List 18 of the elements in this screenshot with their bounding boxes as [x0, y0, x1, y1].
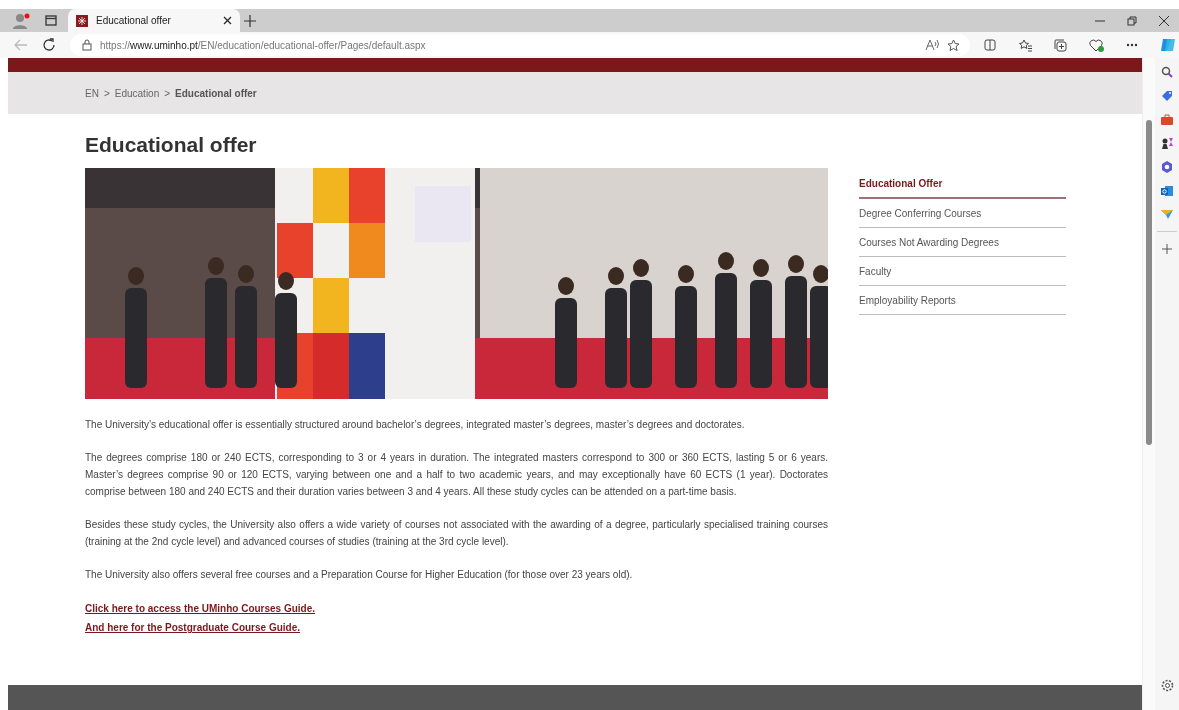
body-paragraph: The University’s educational offer is essentially structured around bachelor’s degrees, integrated master’s degrees, master’s degrees and doctorates. — [85, 418, 746, 432]
breadcrumb-link[interactable]: Education — [114, 87, 160, 99]
body-paragraph: Besides these study cycles, the University also offers a wide variety of courses not associated with the awarding of a degree, particularly specialised training courses (training at the 2nd cycle level) and advanced courses of studies (training at the 3rd cycle level). — [85, 518, 828, 549]
side-nav-item[interactable]: Courses Not Awarding Degrees — [859, 228, 1066, 257]
breadcrumb-link[interactable]: EN — [85, 87, 99, 99]
side-nav-item[interactable]: Degree Conferring Courses — [859, 199, 1066, 228]
side-nav-item[interactable]: Educational Offer — [859, 170, 1066, 199]
body-paragraph: The degrees comprise 180 or 240 ECTS, corresponding to 3 or 4 years in duration. The integrated masters correspond to 300 or 360 ECTS, lasting 5 or 6 years. Master’s degrees comprise 90 or 120 ECTS, varying between one and a half to two academic years, and may exceptionally have 60 ECTS (1 year). Doctorates comprise between 180 and 240 ECTS and their duration varies between 3 and 4 years. All these study cycles can be attended on a part-time basis. — [85, 451, 828, 499]
guide-link[interactable]: And here for the Postgraduate Course Guide. — [85, 618, 301, 637]
side-nav-item[interactable]: Faculty — [859, 257, 1066, 286]
breadcrumb-separator: > — [164, 87, 171, 99]
page-title: Educational offer — [85, 132, 258, 158]
body-paragraph: The University also offers several free courses and a Preparation Course for Higher Education (for those over 23 years old). — [85, 568, 634, 582]
guide-link[interactable]: Click here to access the UMinho Courses Guide. — [85, 599, 316, 618]
side-nav-item[interactable]: Employability Reports — [859, 286, 1066, 315]
browser-tab[interactable]: Educational offer — [68, 9, 240, 32]
breadcrumb-separator: > — [103, 87, 110, 99]
address-bar[interactable]: https://www.uminho.pt/EN/education/educational-offer/Pages/default.aspx — [70, 34, 970, 56]
